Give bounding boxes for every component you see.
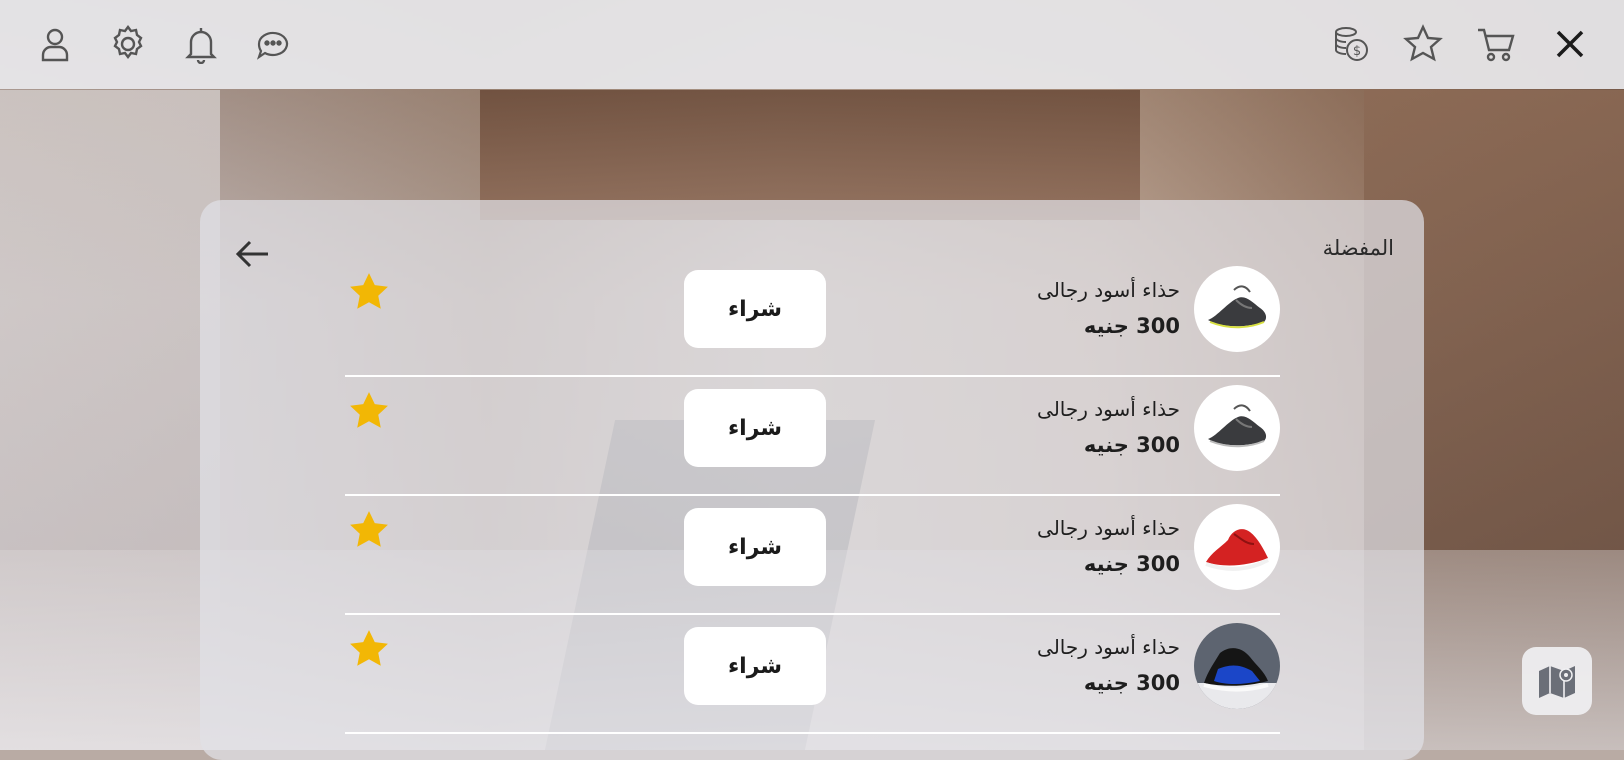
favorite-item: حذاء أسود رجالى 300 جنيه شراء xyxy=(345,494,1280,615)
notifications-bell-icon[interactable] xyxy=(177,18,225,70)
product-price: 300 جنيه xyxy=(1083,314,1180,338)
buy-button[interactable]: شراء xyxy=(684,627,826,705)
product-price: 300 جنيه xyxy=(1083,433,1180,457)
product-image-black-sneaker[interactable] xyxy=(1194,385,1280,471)
settings-gear-icon[interactable] xyxy=(104,18,152,70)
buy-button[interactable]: شراء xyxy=(684,508,826,586)
svg-text:$: $ xyxy=(1353,44,1361,59)
coins-icon[interactable]: $ xyxy=(1327,18,1375,70)
favorite-item: حذاء أسود رجالى 300 جنيه شراء xyxy=(345,256,1280,377)
cart-icon[interactable] xyxy=(1472,18,1520,70)
favorites-star-icon[interactable] xyxy=(1399,18,1447,70)
map-icon[interactable] xyxy=(1522,647,1592,715)
product-price: 300 جنيه xyxy=(1083,671,1180,695)
panel-title: المفضلة xyxy=(1322,236,1394,260)
product-name: حذاء أسود رجالى xyxy=(1037,397,1180,421)
product-name: حذاء أسود رجالى xyxy=(1037,278,1180,302)
favorite-item: حذاء أسود رجالى 300 جنيه شراء xyxy=(345,613,1280,734)
buy-button[interactable]: شراء xyxy=(684,389,826,467)
product-image-blue-black-sneaker[interactable] xyxy=(1194,623,1280,709)
close-icon[interactable] xyxy=(1546,18,1594,70)
favorite-star-icon[interactable] xyxy=(348,509,390,551)
favorite-star-icon[interactable] xyxy=(348,271,390,313)
profile-icon[interactable] xyxy=(31,18,79,70)
favorite-item: حذاء أسود رجالى 300 جنيه شراء xyxy=(345,375,1280,496)
chat-icon[interactable] xyxy=(249,18,297,70)
product-image-red-sneaker[interactable] xyxy=(1194,504,1280,590)
product-name: حذاء أسود رجالى xyxy=(1037,635,1180,659)
buy-button[interactable]: شراء xyxy=(684,270,826,348)
product-name: حذاء أسود رجالى xyxy=(1037,516,1180,540)
top-bar: $ xyxy=(0,0,1624,89)
favorites-panel: المفضلة حذاء أسود رجالى 300 جنيه شراء حذ… xyxy=(200,200,1424,760)
product-price: 300 جنيه xyxy=(1083,552,1180,576)
favorite-star-icon[interactable] xyxy=(348,628,390,670)
back-arrow-icon[interactable] xyxy=(230,232,274,276)
product-image-black-sneaker[interactable] xyxy=(1194,266,1280,352)
favorite-star-icon[interactable] xyxy=(348,390,390,432)
